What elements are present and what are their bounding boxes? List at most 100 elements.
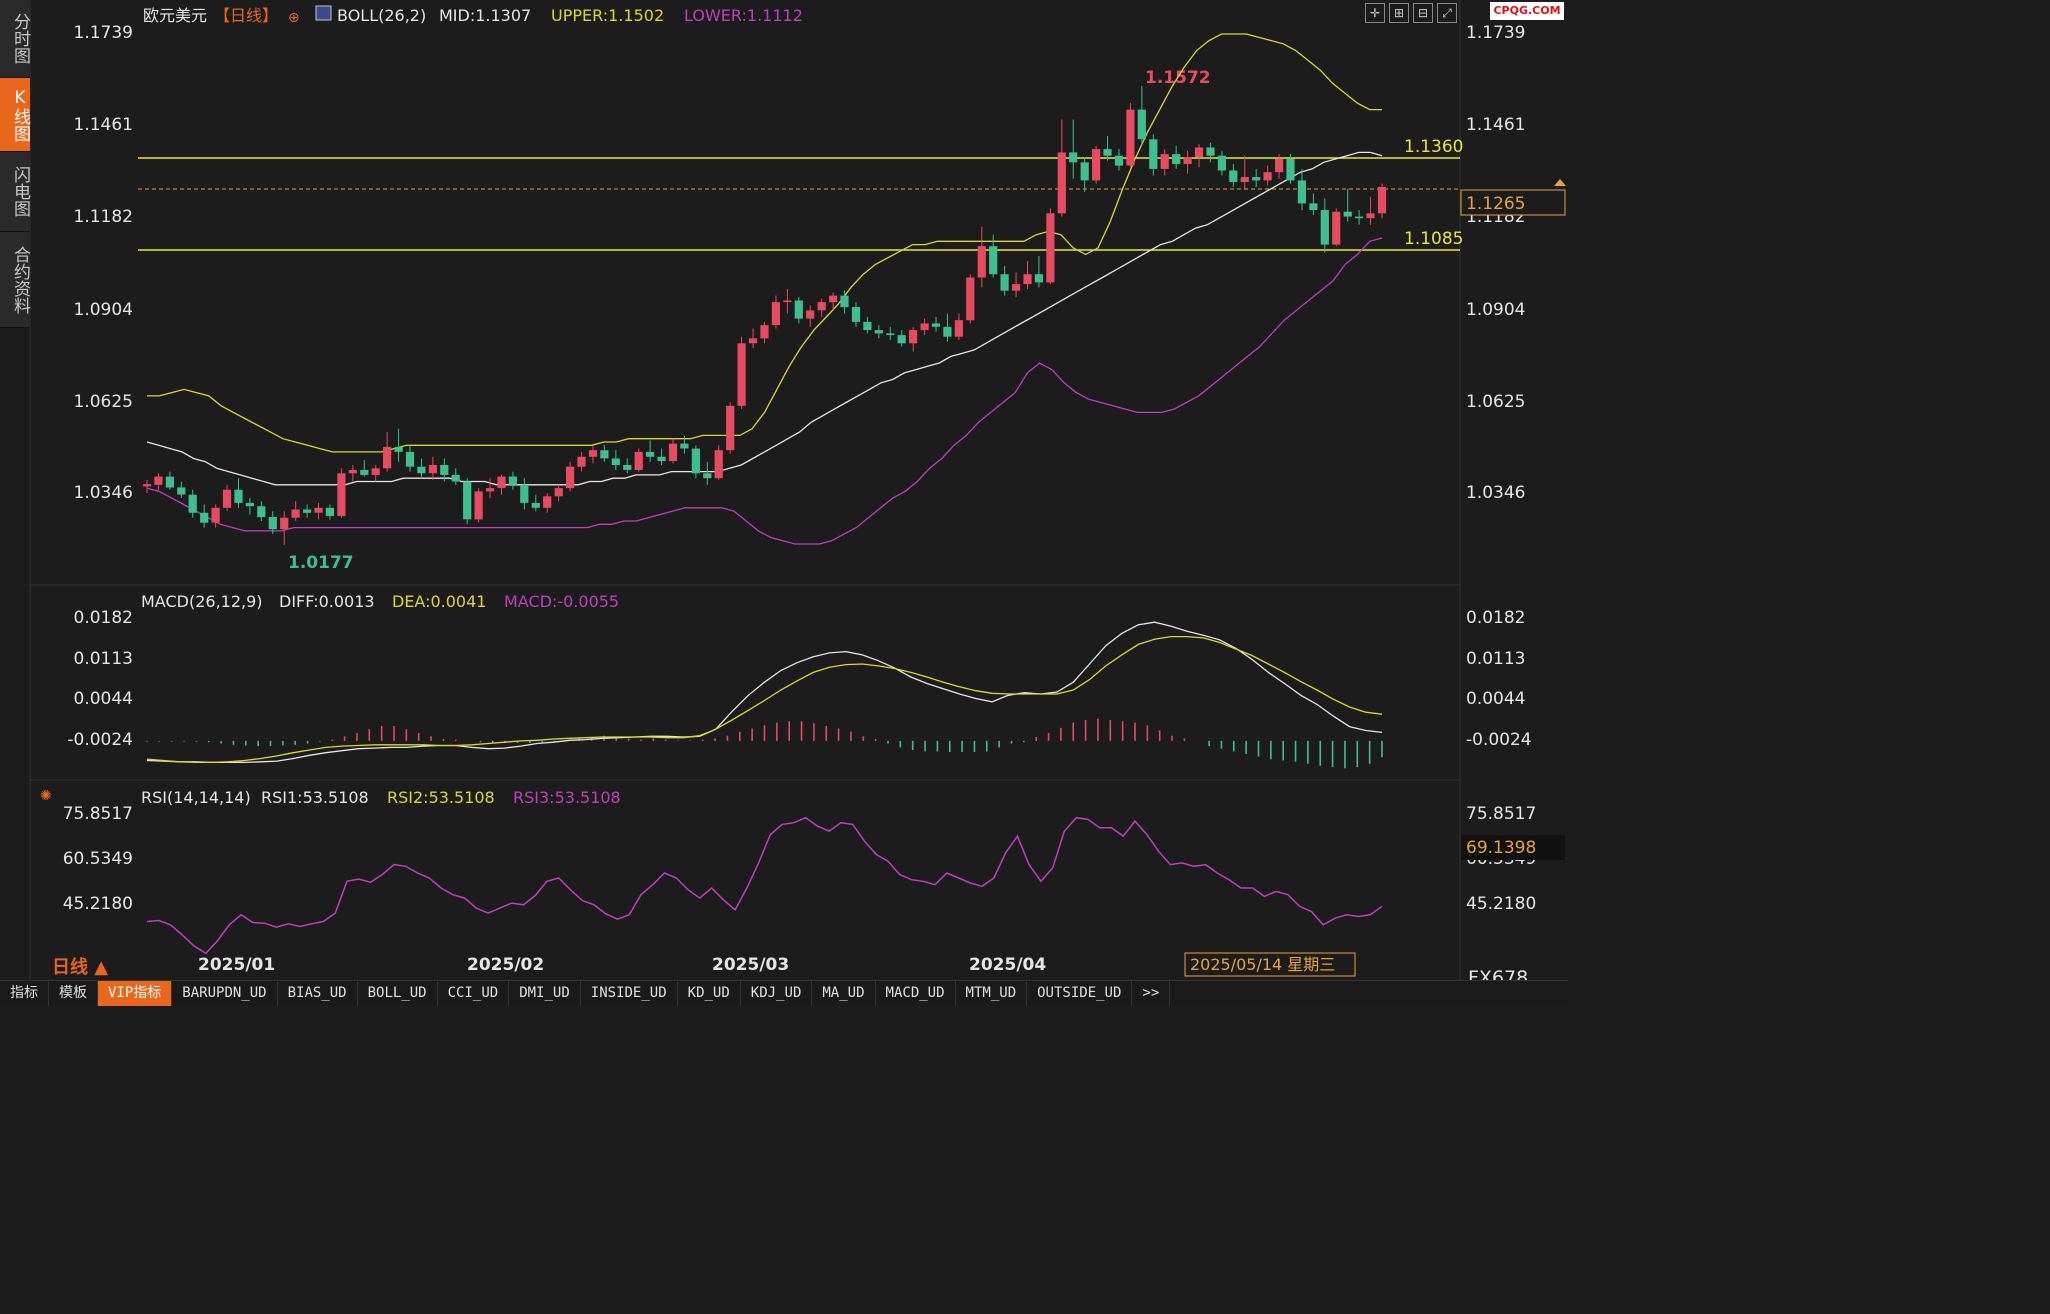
candle-body — [1275, 159, 1284, 173]
current-price-value: 1.1265 — [1466, 194, 1525, 214]
candle-body — [657, 456, 666, 462]
price-tick-left: 1.0625 — [74, 392, 133, 412]
candle-body — [325, 507, 334, 516]
candle-body — [1023, 274, 1032, 285]
candle-body — [611, 458, 620, 466]
tab-inside[interactable]: INSIDE_UD — [581, 981, 678, 1006]
fullscreen-icon[interactable]: ⤢ — [1437, 3, 1457, 23]
support-label: 1.1085 — [1404, 229, 1463, 249]
candle-body — [1343, 211, 1352, 217]
candle-body — [188, 494, 197, 513]
candle-body — [588, 450, 598, 457]
side-tab-kline[interactable]: K线图 — [0, 78, 30, 152]
candle-body — [1114, 155, 1124, 166]
tab-templates[interactable]: 模板 — [49, 981, 98, 1006]
macd-tick-left: 0.0182 — [74, 608, 133, 628]
date-label: 2025/01 — [198, 955, 275, 975]
candle-body — [1309, 203, 1318, 210]
tab-more[interactable]: >> — [1132, 981, 1171, 1006]
candle-body — [451, 474, 460, 482]
candle-body — [623, 465, 632, 470]
indicator-tab-bar: 指标 模板 VIP指标 BARUPDN_UD BIAS_UD BOLL_UD C… — [0, 980, 1568, 1006]
price-tick-left: 1.1739 — [74, 23, 133, 43]
candle-body — [554, 488, 563, 497]
side-tab-timeshare[interactable]: 分时图 — [0, 0, 30, 78]
candle-body — [1160, 154, 1169, 169]
candle-body — [405, 451, 415, 467]
candle-body — [1137, 109, 1146, 140]
candle-body — [257, 506, 266, 518]
tab-kdj[interactable]: KDJ_UD — [741, 981, 813, 1006]
candle-body — [428, 465, 437, 474]
candle-body — [463, 481, 472, 520]
tab-barupdn[interactable]: BARUPDN_UD — [172, 981, 278, 1006]
candle-body — [954, 320, 963, 337]
candle-body — [760, 325, 769, 339]
rsi-tick-right: 45.2180 — [1466, 894, 1536, 914]
rsi-tick-left: 60.5349 — [63, 849, 133, 869]
tab-cci[interactable]: CCI_UD — [438, 981, 510, 1006]
tab-outside[interactable]: OUTSIDE_UD — [1027, 981, 1133, 1006]
candle-body — [703, 473, 712, 479]
side-tab-contract[interactable]: 合约资料 — [0, 232, 30, 328]
boll-lower: LOWER:1.1112 — [684, 6, 803, 25]
tab-mtm[interactable]: MTM_UD — [956, 981, 1028, 1006]
candle-body — [1206, 147, 1215, 156]
macd-tick-right: 0.0182 — [1466, 608, 1525, 628]
candle-body — [1332, 211, 1341, 245]
candle-body — [1057, 152, 1066, 214]
tab-bias[interactable]: BIAS_UD — [278, 981, 358, 1006]
candle-body — [1069, 152, 1078, 163]
candle-body — [200, 512, 209, 523]
price-header: 欧元美元 【日线】 ⊕ BOLL(26,2) MID:1.1307 UPPER:… — [143, 5, 803, 26]
tab-macd[interactable]: MACD_UD — [876, 981, 956, 1006]
candle-body — [440, 465, 449, 475]
add-indicator-icon[interactable]: ⊕ — [288, 10, 300, 26]
rsi3-value: RSI3:53.5108 — [513, 788, 621, 807]
zoom-out-icon[interactable]: ⊟ — [1413, 3, 1433, 23]
macd-tick-right: -0.0024 — [1466, 730, 1532, 750]
candle-body — [383, 446, 392, 469]
candle-body — [314, 507, 323, 513]
candle-body — [497, 476, 506, 489]
candle-body — [154, 476, 163, 485]
tab-boll[interactable]: BOLL_UD — [358, 981, 438, 1006]
crosshair-icon[interactable]: ✛ — [1365, 3, 1385, 23]
candle-body — [234, 489, 243, 503]
candle-body — [417, 466, 426, 474]
tab-dmi[interactable]: DMI_UD — [509, 981, 581, 1006]
settings-gear-icon[interactable]: ✺ — [40, 788, 52, 804]
zoom-in-icon[interactable]: ⊞ — [1389, 3, 1409, 23]
candle-body — [748, 338, 758, 344]
candle-body — [1012, 284, 1021, 291]
candle-body — [646, 451, 655, 457]
candle-body — [1366, 213, 1375, 219]
period-button[interactable]: 日线 ▲ — [52, 956, 108, 978]
candle-body — [680, 443, 689, 449]
candle-body — [222, 489, 232, 508]
candle-body — [1149, 139, 1158, 169]
tab-vip-indicators[interactable]: VIP指标 — [98, 981, 173, 1006]
candle-body — [1217, 155, 1226, 171]
kline-chart[interactable]: 欧元美元 【日线】 ⊕ BOLL(26,2) MID:1.1307 UPPER:… — [0, 0, 1568, 1005]
candle-body — [920, 323, 929, 331]
candle-body — [508, 476, 517, 485]
tab-kd[interactable]: KD_UD — [678, 981, 741, 1006]
candle-body — [566, 466, 575, 489]
candle-body — [1103, 149, 1112, 156]
candle-body — [1297, 180, 1306, 204]
side-tab-flash[interactable]: 闪电图 — [0, 152, 30, 232]
rsi2-value: RSI2:53.5108 — [387, 788, 495, 807]
candle-body — [691, 448, 700, 474]
candle-body — [1263, 172, 1272, 181]
candle-body — [794, 300, 803, 319]
rsi-label: RSI(14,14,14) — [141, 788, 251, 807]
rsi-tick-left: 45.2180 — [63, 894, 133, 914]
macd-tick-left: 0.0044 — [74, 689, 133, 709]
tab-ma[interactable]: MA_UD — [812, 981, 876, 1006]
tab-indicators[interactable]: 指标 — [0, 981, 49, 1006]
candle-body — [531, 502, 540, 508]
candle-body — [543, 496, 552, 508]
candle-body — [1183, 157, 1192, 164]
candle-body — [943, 326, 952, 337]
